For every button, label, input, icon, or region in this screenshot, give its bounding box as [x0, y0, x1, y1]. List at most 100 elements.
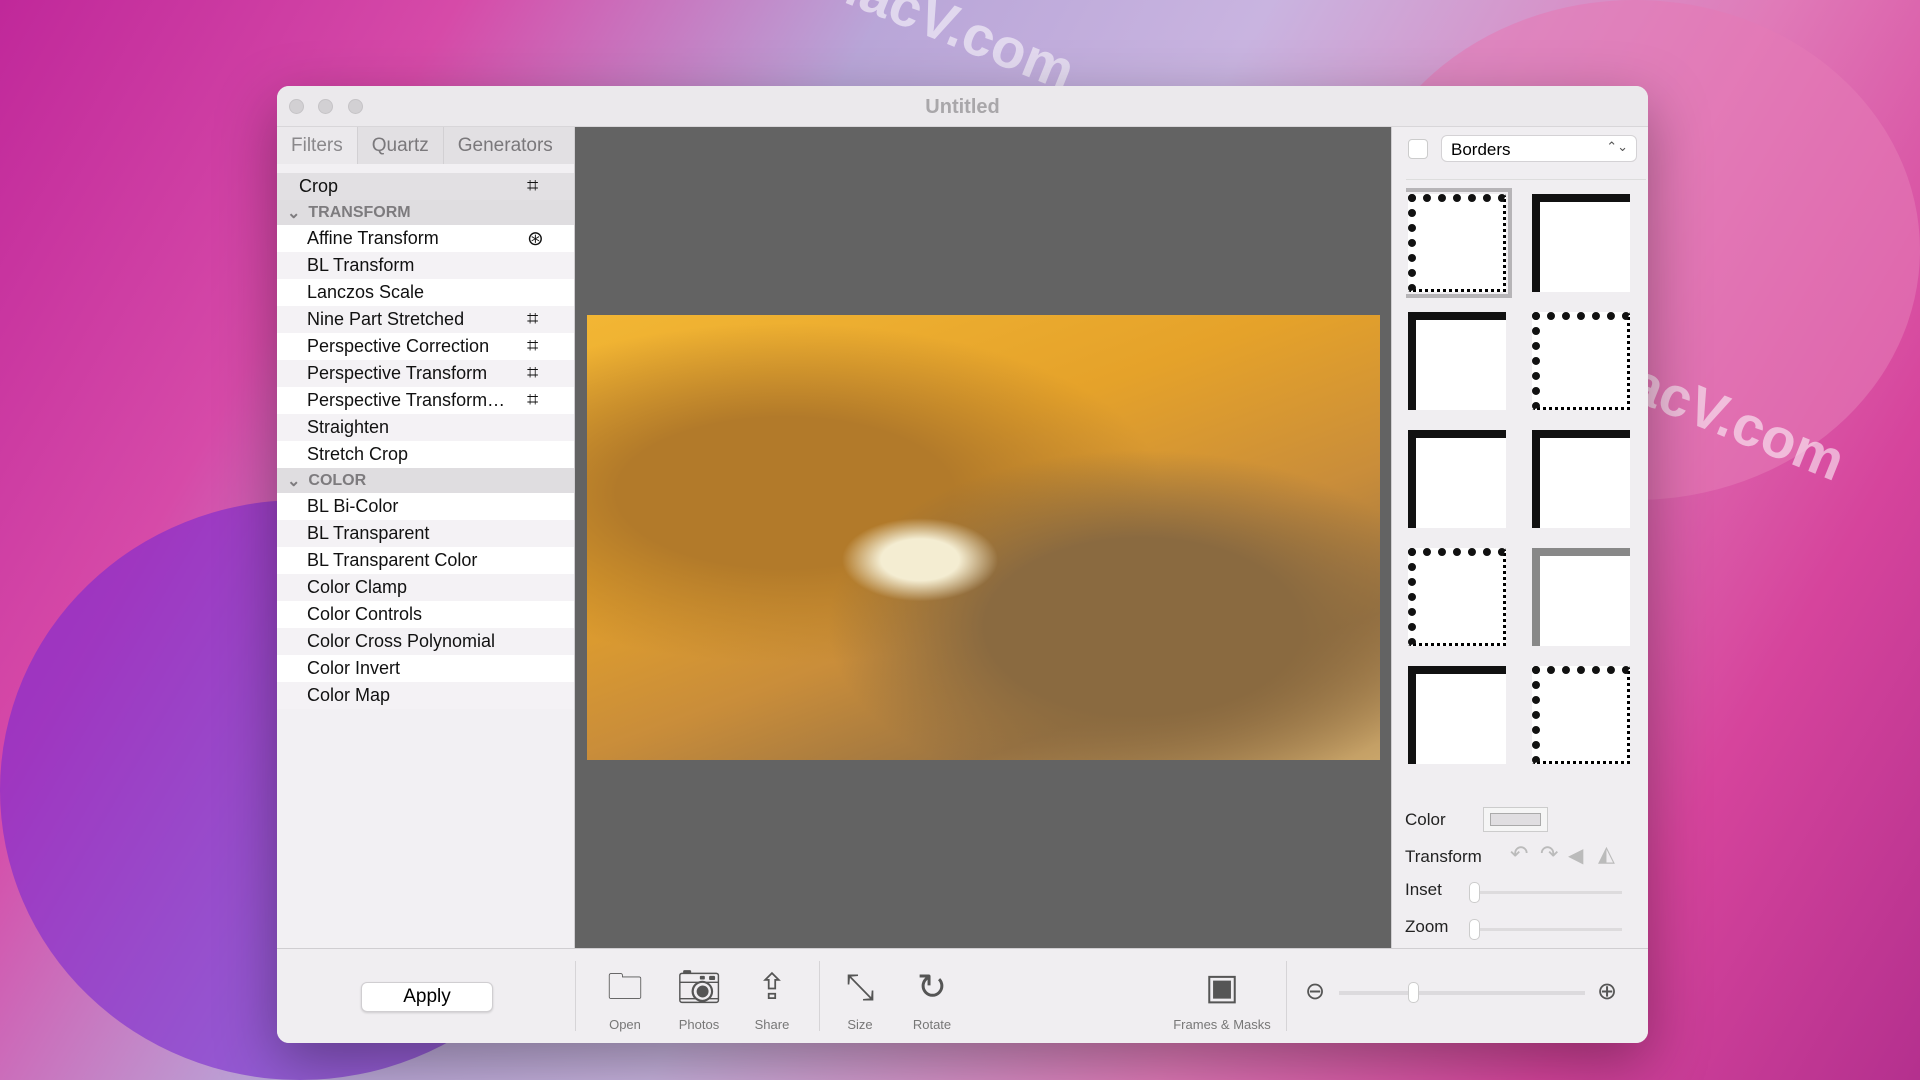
border-thumbnail[interactable]: [1532, 666, 1630, 764]
filter-item[interactable]: Straighten: [277, 414, 574, 441]
zoom-label: Zoom: [1405, 917, 1449, 936]
color-swatch: [1490, 813, 1541, 826]
filter-item[interactable]: Color Map: [277, 682, 574, 709]
chevron-down-icon: ⌄: [287, 472, 301, 490]
filter-label: Perspective Transform: [307, 363, 488, 383]
rotate-right-icon[interactable]: ↷: [1540, 841, 1558, 867]
border-thumbnail[interactable]: [1532, 430, 1630, 528]
border-gallery[interactable]: [1406, 179, 1646, 776]
image-canvas[interactable]: [575, 127, 1391, 948]
tab-generators[interactable]: Generators: [444, 127, 567, 164]
size-label: Size: [847, 1017, 873, 1032]
border-thumbnail[interactable]: [1408, 430, 1506, 528]
filter-label: BL Transparent Color: [307, 550, 478, 570]
grid-crosshair-icon: ⌗: [527, 308, 539, 330]
size-button[interactable]: ⤡ Size: [835, 963, 885, 1032]
filter-label: Straighten: [307, 417, 390, 437]
bottom-toolbar: Apply 🗀 Open 📷︎ Photos ⇪ Share ⤡ Size ↻ Rotat…: [277, 948, 1648, 1043]
photo-preview: [587, 315, 1380, 760]
grid-crosshair-icon: ⌗: [527, 335, 539, 357]
filter-item[interactable]: Affine Transform ⊛: [277, 225, 574, 252]
filter-item[interactable]: Lanczos Scale: [277, 279, 574, 306]
updown-chevron-icon: ⌃⌄: [1606, 139, 1628, 154]
target-icon: ⊛: [527, 228, 544, 250]
camera-icon: 📷︎: [676, 966, 722, 1007]
share-icon: ⇪: [756, 966, 788, 1007]
inset-slider[interactable]: [1469, 882, 1622, 903]
filter-label: Color Cross Polynomial: [307, 631, 496, 651]
open-label: Open: [609, 1017, 641, 1032]
border-thumbnail[interactable]: [1408, 548, 1506, 646]
slider-knob[interactable]: [1469, 919, 1480, 940]
filter-item[interactable]: BL Transparent: [277, 520, 574, 547]
zoom-out-icon[interactable]: ⊖: [1305, 977, 1325, 1006]
rotate-label: Rotate: [912, 1017, 952, 1032]
grid-crosshair-icon: ⌗: [527, 389, 539, 411]
rotate-left-icon[interactable]: ↶: [1510, 841, 1528, 867]
section-header[interactable]: ⌄ TRANSFORM: [277, 200, 574, 225]
filter-item[interactable]: Color Clamp: [277, 574, 574, 601]
filter-label: Affine Transform: [307, 228, 439, 248]
zoom-in-icon[interactable]: ⊕: [1597, 977, 1617, 1006]
tab-quartz[interactable]: Quartz: [358, 127, 444, 164]
filter-label: Color Map: [307, 685, 391, 705]
filter-label: Color Clamp: [307, 577, 408, 597]
filter-item[interactable]: Perspective Transform ⌗: [277, 360, 574, 387]
filter-item[interactable]: Perspective Transform… ⌗: [277, 387, 574, 414]
enable-checkbox[interactable]: [1408, 139, 1428, 159]
filter-item[interactable]: BL Transparent Color: [277, 547, 574, 574]
borders-panel: Borders ⌃⌄ Color Transform ↶ ↷ ◀ ◭ Inset …: [1391, 127, 1648, 948]
filter-item[interactable]: Color Controls: [277, 601, 574, 628]
filter-item[interactable]: Stretch Crop: [277, 441, 574, 468]
section-header[interactable]: ⌄ COLOR: [277, 468, 574, 493]
color-well[interactable]: [1483, 807, 1548, 832]
border-thumbnail[interactable]: [1532, 312, 1630, 410]
filter-label: Perspective Transform…: [307, 390, 506, 410]
divider: [819, 961, 820, 1031]
filter-label: Crop: [299, 176, 339, 196]
border-thumbnail[interactable]: [1408, 312, 1506, 410]
filter-item[interactable]: BL Transform: [277, 252, 574, 279]
apply-button[interactable]: Apply: [361, 982, 493, 1012]
window-title: Untitled: [925, 96, 1000, 118]
frames-masks-button[interactable]: ▣ Frames & Masks: [1162, 963, 1282, 1032]
filter-label: Nine Part Stretched: [307, 309, 465, 329]
category-dropdown[interactable]: Borders ⌃⌄: [1441, 135, 1637, 162]
flip-horizontal-icon[interactable]: ◀: [1568, 843, 1583, 868]
filter-item[interactable]: Perspective Correction ⌗: [277, 333, 574, 360]
slider-knob[interactable]: [1469, 882, 1480, 903]
filter-label: Lanczos Scale: [307, 282, 425, 302]
open-button[interactable]: 🗀 Open: [600, 963, 650, 1032]
section-label: COLOR: [308, 471, 367, 489]
filter-crop[interactable]: Crop ⌗: [277, 173, 574, 200]
filter-item[interactable]: Nine Part Stretched ⌗: [277, 306, 574, 333]
border-thumbnail[interactable]: [1532, 194, 1630, 292]
share-button[interactable]: ⇪ Share: [747, 963, 797, 1032]
frame-icon: ▣: [1204, 966, 1239, 1007]
filter-label: BL Transparent: [307, 523, 430, 543]
photos-label: Photos: [678, 1017, 720, 1032]
filter-item[interactable]: Color Invert: [277, 655, 574, 682]
zoom-slider[interactable]: [1469, 919, 1622, 940]
dropdown-value: Borders: [1451, 140, 1511, 159]
border-thumbnail[interactable]: [1406, 188, 1512, 298]
filter-item[interactable]: BL Bi-Color: [277, 493, 574, 520]
border-thumbnail[interactable]: [1408, 666, 1506, 764]
resize-icon: ⤡: [845, 966, 875, 1007]
filter-list: Crop ⌗ ⌄ TRANSFORM Affine Transform ⊛ BL Tran…: [277, 173, 574, 709]
tab-filters[interactable]: Filters: [277, 127, 358, 164]
filter-item[interactable]: Color Cross Polynomial: [277, 628, 574, 655]
filter-label: Perspective Correction: [307, 336, 490, 356]
canvas-zoom-slider[interactable]: [1339, 982, 1585, 1003]
border-thumbnail[interactable]: [1532, 548, 1630, 646]
color-label: Color: [1405, 810, 1446, 829]
transform-label: Transform: [1405, 847, 1482, 866]
inset-label: Inset: [1405, 880, 1442, 899]
flip-vertical-icon[interactable]: ◭: [1598, 841, 1615, 867]
frames-label: Frames & Masks: [1173, 1017, 1271, 1032]
slider-knob[interactable]: [1407, 982, 1419, 1003]
filter-label: Color Invert: [307, 658, 401, 678]
rotate-button[interactable]: ↻ Rotate: [902, 963, 962, 1032]
photos-button[interactable]: 📷︎ Photos: [669, 963, 729, 1032]
chevron-down-icon: ⌄: [287, 204, 301, 222]
